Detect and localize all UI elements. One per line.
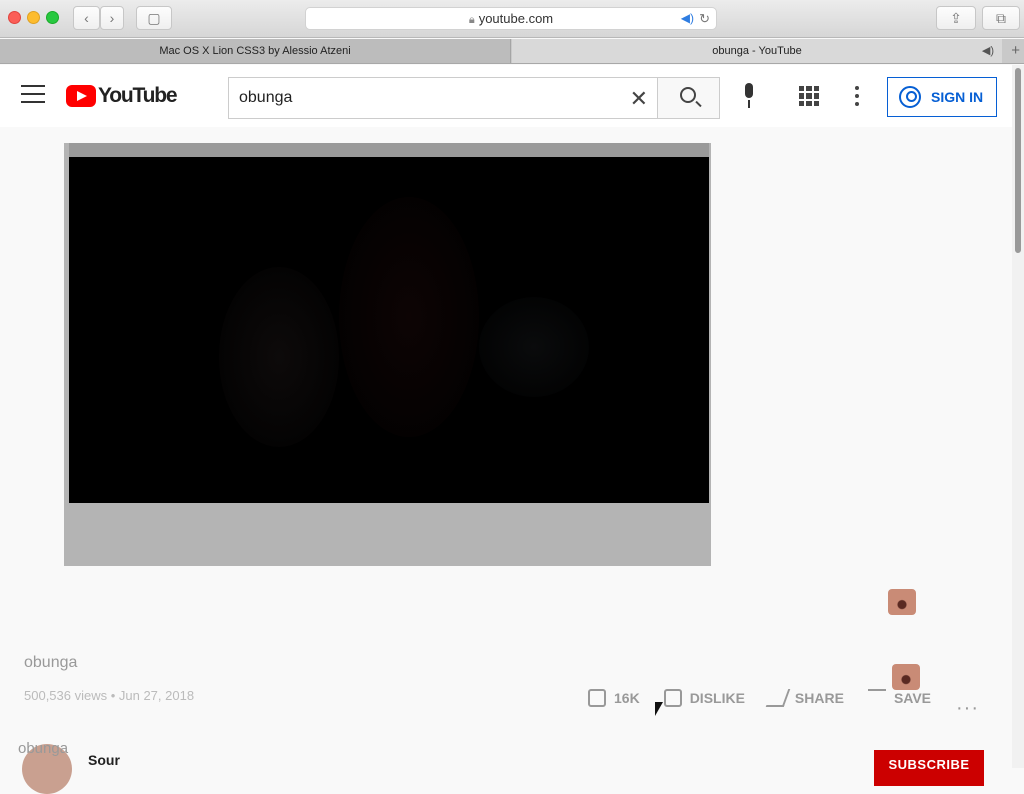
speaker-icon[interactable]: ◀) [681, 8, 694, 29]
video-figure [339, 197, 479, 437]
video-figure [219, 267, 339, 447]
address-bar[interactable]: 🔒︎ youtube.com ◀) ↻ [305, 7, 717, 30]
more-actions-icon[interactable]: ··· [956, 697, 979, 720]
video-stats: 500,536 views • Jun 27, 2018 [24, 688, 195, 703]
thumbs-down-icon [663, 689, 682, 707]
tab-audio-icon[interactable]: ◀) [982, 39, 994, 63]
video-actions: 16K DISLIKE SHARE SAVE [588, 686, 955, 710]
dislike-button[interactable]: DISLIKE [663, 689, 745, 707]
sign-in-label: SIGN IN [931, 89, 984, 105]
close-window-button[interactable] [8, 11, 21, 24]
sign-in-button[interactable]: SIGN IN [887, 77, 997, 117]
search-button[interactable] [657, 77, 720, 119]
new-tab-icon[interactable]: + [1011, 39, 1020, 63]
channel-name[interactable]: Sour [88, 752, 120, 768]
save-label: SAVE [893, 690, 932, 706]
chevron-left-icon: ‹ [84, 10, 89, 26]
channel-ghost-name: obunga [18, 740, 69, 757]
tabs-overview-button[interactable]: ⧉ [982, 6, 1020, 30]
search-query: obunga [239, 89, 293, 106]
tab-bar: Mac OS X Lion CSS3 by Alessio Atzeni obu… [0, 39, 1024, 64]
apps-grid-icon[interactable] [799, 86, 819, 106]
share-arrow-icon [765, 689, 791, 707]
recommended-thumbnail[interactable] [888, 589, 916, 615]
share-label: SHARE [794, 690, 844, 706]
scrollbar-thumb[interactable] [1015, 68, 1021, 253]
tabs-icon: ⧉ [996, 10, 1006, 26]
tab-youtube[interactable]: obunga - YouTube [512, 39, 1002, 63]
lock-icon: 🔒︎ [468, 14, 475, 26]
account-icon [899, 86, 921, 108]
microphone-icon[interactable] [740, 83, 758, 109]
minimize-window-button[interactable] [27, 11, 40, 24]
forward-button[interactable]: › [100, 6, 124, 30]
share-video-button[interactable]: SHARE [765, 689, 844, 707]
like-button[interactable]: 16K [588, 689, 640, 707]
youtube-play-icon [66, 85, 96, 107]
youtube-logo[interactable]: YouTube [66, 83, 178, 109]
zoom-window-button[interactable] [46, 11, 59, 24]
address-text: youtube.com [478, 11, 554, 26]
video-figure [479, 297, 589, 397]
logo-text: YouTube [98, 84, 178, 107]
like-count: 16K [614, 690, 640, 706]
back-button[interactable]: ‹ [73, 6, 100, 30]
video-player[interactable] [64, 143, 711, 566]
mouse-cursor [655, 702, 663, 716]
video-title: obunga [24, 654, 78, 671]
save-button[interactable]: SAVE [867, 689, 932, 707]
share-button[interactable]: ⇪ [936, 6, 976, 30]
search-input[interactable]: obunga ✕ [228, 77, 658, 119]
clear-search-icon[interactable]: ✕ [630, 86, 648, 112]
playlist-add-icon [867, 689, 886, 707]
share-icon: ⇪ [950, 10, 962, 26]
search-icon [680, 87, 696, 103]
menu-icon[interactable] [21, 85, 45, 105]
sidebar-icon: ▢ [147, 10, 161, 26]
chevron-right-icon: › [109, 10, 115, 26]
player-top-strip [69, 143, 709, 157]
subscribe-button[interactable]: SUBSCRIBE [874, 750, 984, 786]
browser-toolbar: ‹ › ▢ 🔒︎ youtube.com ◀) ↻ ⇪ ⧉ [0, 0, 1024, 38]
settings-more-icon[interactable] [855, 86, 859, 110]
thumbs-up-icon [588, 689, 606, 707]
tab-mac-css3[interactable]: Mac OS X Lion CSS3 by Alessio Atzeni [0, 39, 511, 63]
youtube-header: YouTube obunga ✕ SIGN IN [0, 65, 1012, 127]
sidebar-button[interactable]: ▢ [136, 6, 172, 30]
channel-row: obunga Sour SUBSCRIBE [0, 740, 1012, 794]
video-frame[interactable] [69, 157, 709, 503]
dislike-label: DISLIKE [689, 690, 745, 706]
reload-icon[interactable]: ↻ [699, 8, 710, 29]
page-scrollbar[interactable] [1012, 65, 1024, 768]
